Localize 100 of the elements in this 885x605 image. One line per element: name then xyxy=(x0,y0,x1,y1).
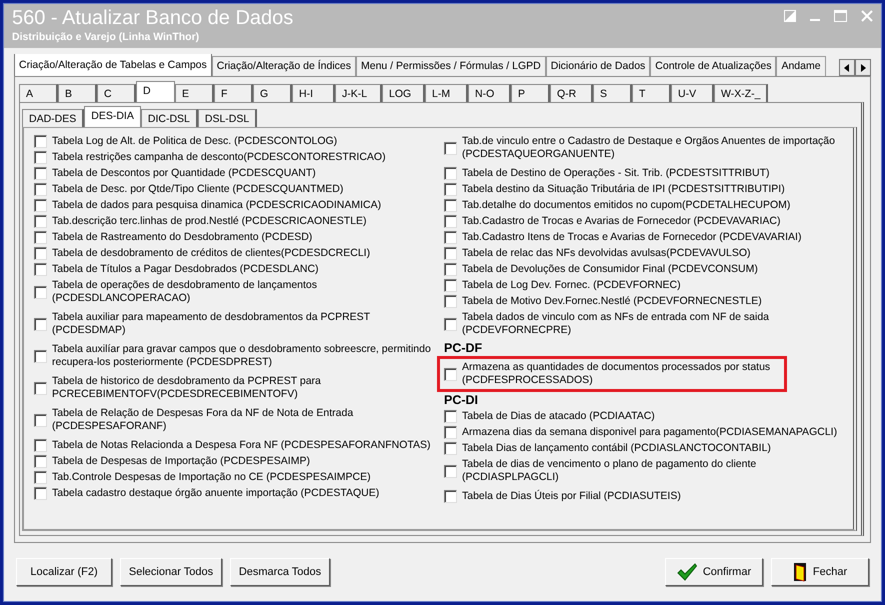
checkbox-label[interactable]: Armazena dias da semana disponivel para pagamento(PCDIASEMANAPAGCLI) xyxy=(462,426,838,438)
tab[interactable]: Controle de Atualizações xyxy=(650,56,776,76)
checkbox-label[interactable]: Tabela de Dias de atacado (PCDIAATAC) xyxy=(462,410,655,422)
checkbox-label[interactable]: Tabela dados de vinculo com as NFs de entrada com NF de saida (PCDEVFORNECPRE) xyxy=(462,311,769,337)
tab[interactable]: D xyxy=(136,81,175,102)
tab[interactable]: LOG xyxy=(382,84,425,102)
checkbox[interactable] xyxy=(34,470,47,484)
checkbox[interactable] xyxy=(34,262,47,276)
tab[interactable]: A xyxy=(19,84,58,102)
checkbox-label[interactable]: Tabela de desdobramento de créditos de clientes(PCDESDCRECLI) xyxy=(52,246,370,260)
tab[interactable]: Criação/Alteração de Índices xyxy=(212,56,356,76)
checkbox-label[interactable]: Tab.Cadastro Itens de Trocas e Avarias de Fornecedor (PCDEVAVARIAI) xyxy=(462,230,802,244)
checkbox-label[interactable]: Tabela restrições campanha de desconto(PCDESCONTORESTRICAO) xyxy=(52,150,386,164)
checkbox-label[interactable]: Tabela de Relação de Despesas Fora da NF de Nota de Entrada (PCDESPESAFORANF) xyxy=(52,407,354,433)
checkbox-label[interactable]: Tab.Cadastro de Trocas e Avarias de Fornecedor (PCDEVAVARIAC) xyxy=(462,214,780,228)
checkbox[interactable] xyxy=(444,318,457,330)
checkbox[interactable] xyxy=(34,230,47,244)
checkbox[interactable] xyxy=(34,438,47,452)
checkbox[interactable] xyxy=(34,350,47,362)
checkbox-label[interactable]: Tabela cadastro destaque órgão anuente importação (PCDESTAQUE) xyxy=(52,486,380,500)
tab[interactable]: U-V xyxy=(671,84,714,102)
tab[interactable]: DIC-DSL xyxy=(140,109,198,127)
tab[interactable]: Dicionário de Dados xyxy=(546,56,650,76)
checkbox[interactable] xyxy=(34,246,47,260)
checkbox-label[interactable]: Tabela de Rastreamento do Desdobramento (PCDESD) xyxy=(52,230,312,244)
checkbox[interactable] xyxy=(34,150,47,164)
checkbox[interactable] xyxy=(34,166,47,180)
tab[interactable]: Criação/Alteração de Tabelas e Campos xyxy=(14,54,212,76)
checkbox-label[interactable]: Tabela de operações de desdobramento de lançamentos (PCDESDLANCOPERACAO) xyxy=(52,279,318,305)
checkbox-label[interactable]: Tabela de Desc. por Qtde/Tipo Cliente (PCDESCQUANTMED) xyxy=(52,182,344,196)
checkbox-label[interactable]: Tab.de vinculo entre o Cadastro de Destaque e Orgãos Anuentes de importação (PCDESTAQUEORGANUENTE) xyxy=(462,135,835,161)
tab[interactable]: C xyxy=(97,84,136,102)
checkbox-label[interactable]: Tab.detalhe do documentos emitidos no cupom(PCDETALHECUPOM) xyxy=(462,198,790,212)
checkbox-label[interactable]: Tabela de dados para pesquisa dinamica (PCDESCRICAODINAMICA) xyxy=(52,198,382,212)
tab[interactable]: L-M xyxy=(425,84,468,102)
tab[interactable]: S xyxy=(593,84,632,102)
checkbox[interactable] xyxy=(34,286,47,298)
checkbox[interactable] xyxy=(444,182,457,196)
checkbox[interactable] xyxy=(34,454,47,468)
checkbox-label[interactable]: Tabela de Log Dev. Fornec. (PCDEVFORNEC) xyxy=(462,278,681,292)
checkbox[interactable] xyxy=(34,318,47,330)
tab[interactable]: DSL-DSL xyxy=(198,109,258,127)
checkbox-label[interactable]: Tabela de Títulos a Pagar Desdobrados (PCDESDLANC) xyxy=(52,262,319,276)
checkbox-label[interactable]: Tab.descrição terc.linhas de prod.Nestlé (PCDESCRICAONESTLE) xyxy=(52,214,367,228)
tab[interactable]: DAD-DES xyxy=(22,109,84,127)
checkbox[interactable] xyxy=(444,442,457,454)
checkbox-label[interactable]: Tabela de Descontos por Quantidade (PCDESCQUANT) xyxy=(52,166,316,180)
confirm-button[interactable]: Confirmar xyxy=(665,558,763,586)
checkbox-label[interactable]: Tabela auxiliar para mapeamento de desdobramentos da PCPREST (PCDESDMAP) xyxy=(52,311,370,337)
checkbox[interactable] xyxy=(34,486,47,500)
tab[interactable]: E xyxy=(175,84,214,102)
checkbox-label[interactable]: Tabela destino da Situação Tributária de IPI (PCDESTSITTRIBUTIPI) xyxy=(462,182,785,196)
tab[interactable]: J-K-L xyxy=(335,84,382,102)
action-button[interactable]: Localizar (F2) xyxy=(16,558,112,586)
checkbox[interactable] xyxy=(444,198,457,212)
checkbox[interactable] xyxy=(444,464,457,478)
checkbox[interactable] xyxy=(444,230,457,244)
checkbox[interactable] xyxy=(444,166,457,180)
checkbox[interactable] xyxy=(444,490,457,502)
checkbox-label[interactable]: Tabela de Devoluções de Consumidor Final (PCDEVCONSUM) xyxy=(462,262,758,276)
checkbox[interactable] xyxy=(34,414,47,426)
checkbox[interactable] xyxy=(444,262,457,276)
checkbox[interactable] xyxy=(444,142,457,154)
tab[interactable]: DES-DIA xyxy=(84,106,141,127)
scroll-left-button[interactable] xyxy=(839,59,855,76)
action-button[interactable]: Desmarca Todos xyxy=(230,558,330,586)
checkbox-label[interactable]: Tabela de dias de vencimento o plano de pagamento do cliente (PCDIASPLPAGCLI) xyxy=(462,458,756,484)
checkbox[interactable] xyxy=(444,278,457,292)
scroll-right-button[interactable] xyxy=(855,59,871,76)
checkbox[interactable] xyxy=(444,294,457,308)
checkbox[interactable] xyxy=(444,410,457,422)
close-button[interactable]: Fechar xyxy=(771,558,869,586)
checkbox[interactable] xyxy=(444,426,457,438)
checkbox[interactable] xyxy=(34,198,47,212)
tab[interactable]: Andame xyxy=(776,56,826,76)
checkbox-label[interactable]: Tabela de Motivo Dev.Fornec.Nestlé (PCDEVFORNECNESTLE) xyxy=(462,294,762,308)
tab[interactable]: G xyxy=(253,84,292,102)
checkbox[interactable] xyxy=(444,368,457,380)
checkbox-label[interactable]: Tabela auxilíar para gravar campos que o desdobramento sobreescre, permitindo recupera-los posteriormente (PCDESDPREST) xyxy=(52,343,431,369)
checkbox-label[interactable]: Tabela de relac das NFs devolvidas avulsas(PCDEVAVULSO) xyxy=(462,246,750,260)
checkbox[interactable] xyxy=(34,382,47,394)
checkbox[interactable] xyxy=(34,214,47,228)
checkbox[interactable] xyxy=(34,182,47,196)
tab[interactable]: B xyxy=(58,84,97,102)
checkbox[interactable] xyxy=(444,246,457,260)
action-button[interactable]: Selecionar Todos xyxy=(120,558,222,586)
tab[interactable]: N-O xyxy=(468,84,511,102)
tab[interactable]: H-I xyxy=(292,84,335,102)
checkbox-label[interactable]: Tabela de Notas Relacionda a Despesa Fora NF (PCDESPESAFORANFNOTAS) xyxy=(52,438,431,452)
tab[interactable]: P xyxy=(511,84,550,102)
tab[interactable]: T xyxy=(632,84,671,102)
checkbox-label[interactable]: Tabela de historico de desdobramento da PCPREST para PCRECEBIMENTOFV(PCDESDRECEBIMENTOFV) xyxy=(52,375,321,401)
checkbox-label[interactable]: Tabela de Dias Úteis por Filial (PCDIASUTEIS) xyxy=(462,490,681,502)
tab[interactable]: W-X-Z-_ xyxy=(714,84,768,102)
checkbox-label[interactable]: Tabela de Destino de Operações - Sit. Trib. (PCDESTSITTRIBUT) xyxy=(462,166,770,180)
tab[interactable]: Q-R xyxy=(550,84,593,102)
tab[interactable]: F xyxy=(214,84,253,102)
checkbox-label[interactable]: Tabela Dias de lançamento contábil (PCDIASLANCTOCONTABIL) xyxy=(462,442,771,454)
checkbox[interactable] xyxy=(34,134,47,148)
checkbox[interactable] xyxy=(444,214,457,228)
